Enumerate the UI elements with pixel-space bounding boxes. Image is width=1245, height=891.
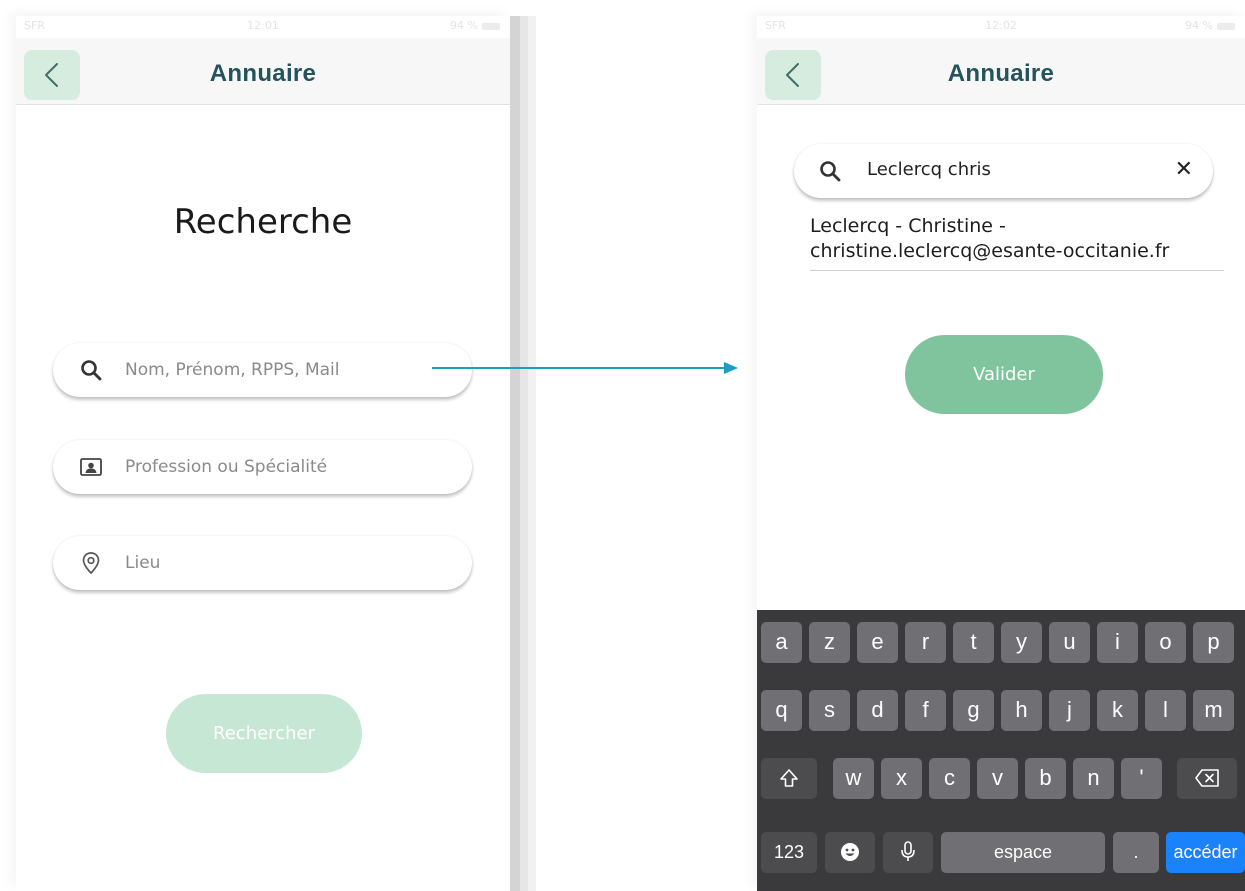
clear-icon[interactable]: ✕ bbox=[1175, 157, 1193, 182]
key-o[interactable]: o bbox=[1145, 622, 1186, 663]
key-b[interactable]: b bbox=[1025, 758, 1066, 799]
key-v[interactable]: v bbox=[977, 758, 1018, 799]
emoji-icon bbox=[841, 843, 859, 861]
key-z[interactable]: z bbox=[809, 622, 850, 663]
backspace-icon bbox=[1195, 769, 1219, 787]
battery-indicator: 94 % bbox=[1185, 19, 1235, 32]
name-search-placeholder: Nom, Prénom, RPPS, Mail bbox=[125, 360, 340, 380]
status-time: 12:02 bbox=[985, 19, 1017, 32]
key-d[interactable]: d bbox=[857, 690, 898, 731]
battery-icon bbox=[1217, 22, 1235, 30]
key-m[interactable]: m bbox=[1193, 690, 1234, 731]
numbers-key[interactable]: 123 bbox=[761, 832, 817, 873]
location-pin-icon bbox=[82, 552, 100, 575]
profession-placeholder: Profession ou Spécialité bbox=[125, 457, 328, 477]
key-h[interactable]: h bbox=[1001, 690, 1042, 731]
key-q[interactable]: q bbox=[761, 690, 802, 731]
emoji-key[interactable] bbox=[825, 832, 875, 873]
period-key[interactable]: . bbox=[1113, 832, 1159, 873]
key-f[interactable]: f bbox=[905, 690, 946, 731]
carrier-label: SFR bbox=[765, 19, 786, 32]
key-a[interactable]: a bbox=[761, 622, 802, 663]
key-n[interactable]: n bbox=[1073, 758, 1114, 799]
backspace-key[interactable] bbox=[1177, 758, 1237, 799]
key-j[interactable]: j bbox=[1049, 690, 1090, 731]
key-i[interactable]: i bbox=[1097, 622, 1138, 663]
id-card-icon bbox=[80, 458, 102, 476]
shift-icon bbox=[780, 769, 798, 787]
flow-arrow bbox=[432, 362, 738, 374]
status-time: 12:01 bbox=[247, 19, 279, 32]
page-title: Annuaire bbox=[947, 60, 1055, 87]
status-bar: SFR 12:02 94 % bbox=[757, 16, 1245, 38]
right-phone-screen: SFR 12:02 94 % Annuaire Leclercq chris ✕… bbox=[757, 16, 1245, 891]
key-apostrophe[interactable]: ' bbox=[1121, 758, 1162, 799]
key-t[interactable]: t bbox=[953, 622, 994, 663]
microphone-key[interactable] bbox=[883, 832, 933, 873]
keyboard: a z e r t y u i o p q s d f g h j k l m … bbox=[757, 610, 1245, 891]
battery-icon bbox=[482, 22, 500, 30]
key-u[interactable]: u bbox=[1049, 622, 1090, 663]
go-key[interactable]: accéder bbox=[1166, 832, 1245, 873]
key-s[interactable]: s bbox=[809, 690, 850, 731]
key-c[interactable]: c bbox=[929, 758, 970, 799]
page-title: Annuaire bbox=[209, 60, 317, 87]
location-placeholder: Lieu bbox=[125, 553, 161, 573]
nav-bar: Annuaire bbox=[16, 38, 510, 105]
key-w[interactable]: w bbox=[833, 758, 874, 799]
status-bar: SFR 12:01 94 % bbox=[16, 16, 510, 38]
name-search-field[interactable]: Nom, Prénom, RPPS, Mail bbox=[53, 343, 472, 397]
search-heading: Recherche bbox=[173, 202, 353, 242]
search-result-item[interactable]: Leclercq - Christine - christine.leclerc… bbox=[810, 214, 1224, 271]
left-phone-screen: SFR 12:01 94 % Annuaire Recherche Nom, P… bbox=[16, 16, 510, 891]
shift-key[interactable] bbox=[761, 758, 817, 799]
microphone-icon bbox=[901, 841, 915, 861]
location-field[interactable]: Lieu bbox=[53, 536, 472, 590]
key-e[interactable]: e bbox=[857, 622, 898, 663]
profession-field[interactable]: Profession ou Spécialité bbox=[53, 440, 472, 494]
key-k[interactable]: k bbox=[1097, 690, 1138, 731]
search-input-value: Leclercq chris bbox=[867, 159, 991, 180]
search-icon bbox=[820, 161, 841, 182]
search-input[interactable]: Leclercq chris ✕ bbox=[794, 144, 1213, 198]
key-r[interactable]: r bbox=[905, 622, 946, 663]
key-g[interactable]: g bbox=[953, 690, 994, 731]
validate-button[interactable]: Valider bbox=[905, 335, 1103, 414]
key-p[interactable]: p bbox=[1193, 622, 1234, 663]
key-x[interactable]: x bbox=[881, 758, 922, 799]
search-button[interactable]: Rechercher bbox=[166, 694, 362, 773]
nav-bar: Annuaire bbox=[757, 38, 1245, 105]
search-icon bbox=[81, 360, 102, 381]
key-y[interactable]: y bbox=[1001, 622, 1042, 663]
battery-indicator: 94 % bbox=[450, 19, 500, 32]
carrier-label: SFR bbox=[24, 19, 45, 32]
key-l[interactable]: l bbox=[1145, 690, 1186, 731]
space-key[interactable]: espace bbox=[941, 832, 1105, 873]
